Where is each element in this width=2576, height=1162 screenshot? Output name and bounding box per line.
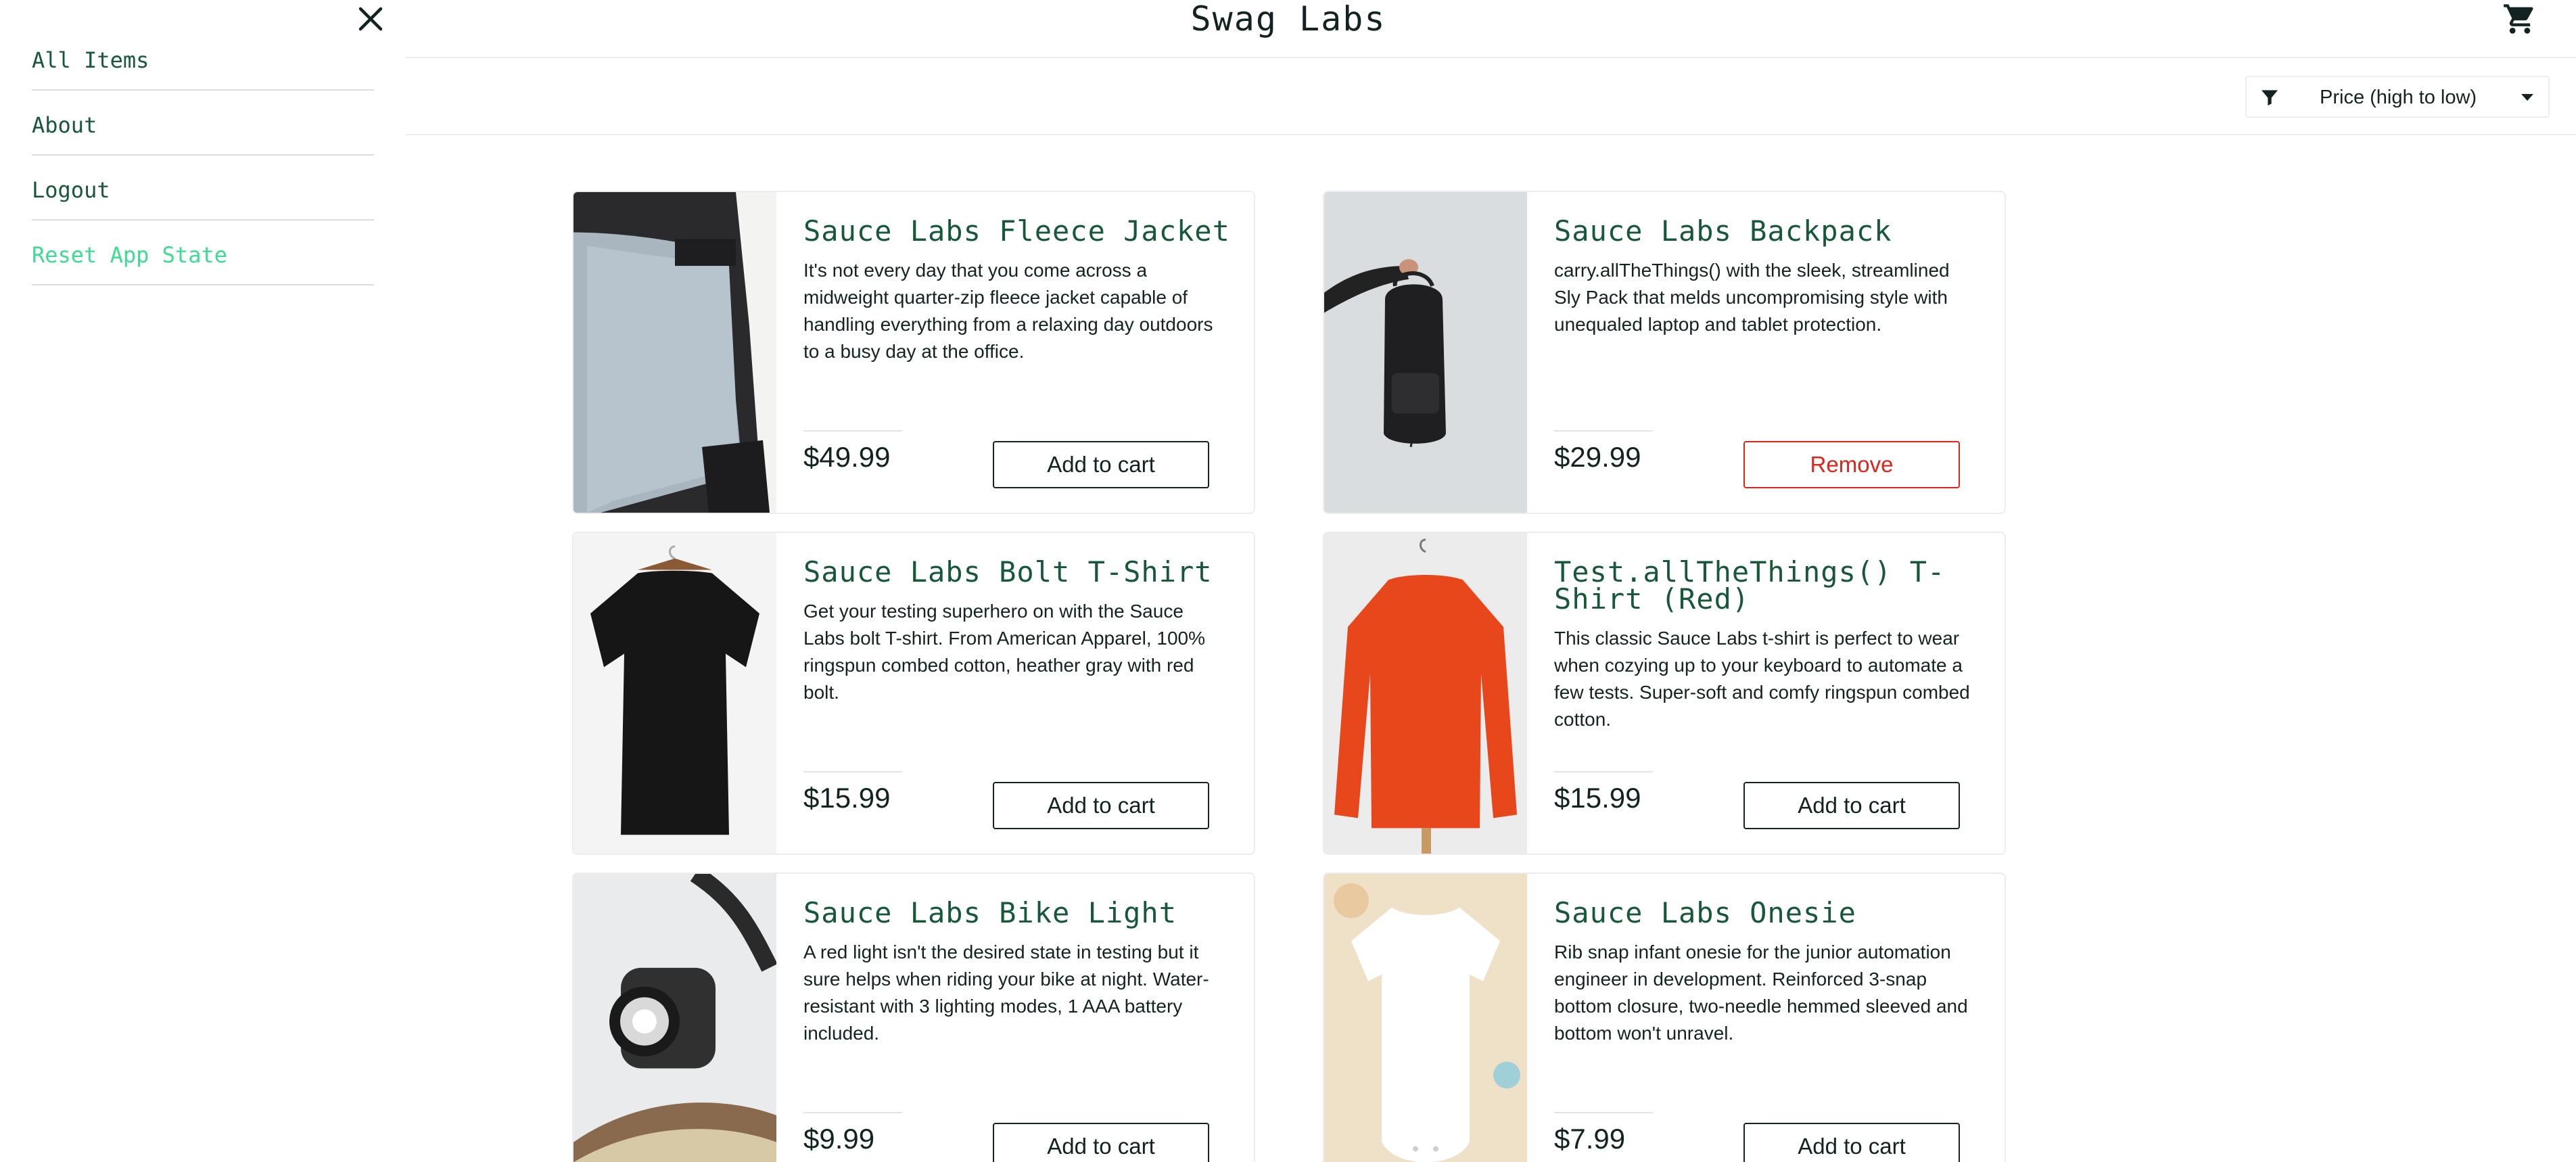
- inventory-item: Sauce Labs Bolt T-Shirt Get your testing…: [572, 532, 1255, 855]
- inventory-item: Sauce Labs Fleece Jacket It's not every …: [572, 191, 1255, 514]
- product-price: $29.99: [1554, 441, 1641, 473]
- inventory-item: Test.allTheThings() T-Shirt (Red) This c…: [1323, 532, 2006, 855]
- sort-select[interactable]: Price (high to low): [2245, 76, 2550, 118]
- menu-item-about[interactable]: About: [32, 91, 374, 156]
- product-image[interactable]: [573, 192, 776, 513]
- menu-item-reset-app-state[interactable]: Reset App State: [32, 220, 374, 285]
- price-divider: [803, 771, 902, 772]
- sort-selected-option: Price (high to low): [2320, 87, 2477, 108]
- price-divider: [1554, 430, 1653, 432]
- product-name[interactable]: Sauce Labs Bike Light: [803, 899, 1236, 927]
- add-to-cart-button[interactable]: Add to cart: [1743, 1123, 1960, 1162]
- product-image[interactable]: [1324, 533, 1527, 854]
- product-price: $9.99: [803, 1123, 875, 1155]
- menu-item-label: Logout: [32, 177, 110, 203]
- add-to-cart-button[interactable]: Add to cart: [993, 782, 1209, 829]
- inventory-item: Sauce Labs Onesie Rib snap infant onesie…: [1323, 873, 2006, 1162]
- add-to-cart-button[interactable]: Add to cart: [993, 1123, 1209, 1162]
- product-image[interactable]: [573, 874, 776, 1162]
- sidebar-menu: All Items About Logout Reset App State: [0, 0, 406, 1162]
- remove-button[interactable]: Remove: [1743, 441, 1960, 488]
- product-price: $15.99: [803, 782, 891, 814]
- product-description: carry.allTheThings() with the sleek, str…: [1554, 260, 1950, 335]
- product-description: Rib snap infant onesie for the junior au…: [1554, 942, 1968, 1044]
- menu-item-all-items[interactable]: All Items: [32, 26, 374, 91]
- add-to-cart-button[interactable]: Add to cart: [1743, 782, 1960, 829]
- filter-icon: [2262, 90, 2278, 106]
- menu-item-label: Reset App State: [32, 242, 227, 268]
- menu-item-label: About: [32, 112, 97, 138]
- chevron-down-icon: [2521, 94, 2533, 101]
- inventory-page: Swag Labs Price (high to low) Sauce Labs…: [0, 0, 2576, 1162]
- menu-item-logout[interactable]: Logout: [32, 156, 374, 220]
- add-to-cart-button[interactable]: Add to cart: [993, 441, 1209, 488]
- price-divider: [803, 430, 902, 432]
- menu-item-label: All Items: [32, 47, 149, 73]
- product-name[interactable]: Sauce Labs Bolt T-Shirt: [803, 558, 1236, 586]
- product-image[interactable]: [1324, 192, 1527, 513]
- cart-icon[interactable]: [2502, 1, 2537, 37]
- product-name[interactable]: Sauce Labs Backpack: [1554, 217, 1987, 246]
- product-name[interactable]: Test.allTheThings() T-Shirt (Red): [1554, 558, 1987, 613]
- inventory-item: Sauce Labs Bike Light A red light isn't …: [572, 873, 1255, 1162]
- product-price: $15.99: [1554, 782, 1641, 814]
- product-name[interactable]: Sauce Labs Onesie: [1554, 899, 1987, 927]
- app-logo-title: Swag Labs: [1190, 0, 1386, 39]
- product-description: A red light isn't the desired state in t…: [803, 942, 1209, 1044]
- product-description: Get your testing superhero on with the S…: [803, 601, 1205, 703]
- product-description: It's not every day that you come across …: [803, 260, 1213, 362]
- product-image[interactable]: [1324, 874, 1527, 1162]
- price-divider: [803, 1112, 902, 1113]
- product-price: $7.99: [1554, 1123, 1626, 1155]
- price-divider: [1554, 1112, 1653, 1113]
- inventory-item: Sauce Labs Backpack carry.allTheThings()…: [1323, 191, 2006, 514]
- product-image[interactable]: [573, 533, 776, 854]
- product-description: This classic Sauce Labs t-shirt is perfe…: [1554, 628, 1970, 730]
- product-price: $49.99: [803, 441, 891, 473]
- price-divider: [1554, 771, 1653, 772]
- product-name[interactable]: Sauce Labs Fleece Jacket: [803, 217, 1236, 246]
